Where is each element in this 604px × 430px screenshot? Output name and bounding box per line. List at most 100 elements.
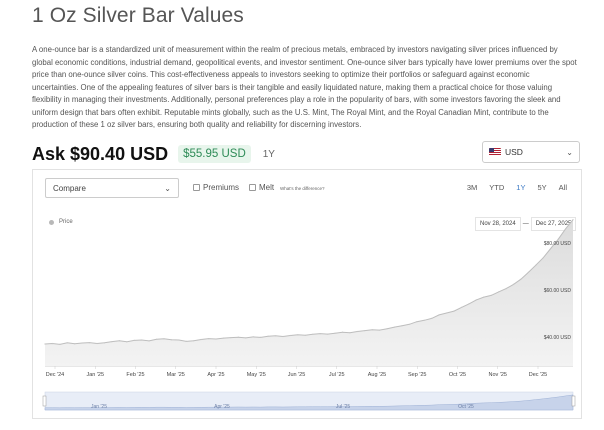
price-point bbox=[81, 342, 83, 344]
x-tick-label: Dec '24 bbox=[46, 372, 64, 378]
y-tick-label: $80.00 USD bbox=[544, 241, 572, 247]
price-point bbox=[148, 340, 150, 342]
price-point bbox=[393, 326, 396, 328]
price-point bbox=[126, 341, 128, 343]
price-point bbox=[483, 296, 485, 298]
price-point bbox=[185, 340, 187, 342]
price-point bbox=[155, 338, 158, 340]
price-point bbox=[438, 314, 440, 316]
price-point bbox=[327, 333, 329, 335]
x-tick-label: Oct '25 bbox=[449, 372, 466, 378]
price-point bbox=[260, 336, 262, 338]
price-point bbox=[44, 343, 46, 345]
price-point bbox=[274, 335, 277, 337]
x-tick-label: Jul '25 bbox=[329, 372, 345, 378]
price-point bbox=[572, 219, 574, 221]
x-tick-label: Feb '25 bbox=[126, 372, 144, 378]
price-point bbox=[371, 329, 373, 331]
chevron-down-icon: ⌄ bbox=[566, 147, 573, 157]
price-point bbox=[245, 337, 247, 339]
price-point bbox=[364, 330, 366, 332]
price-point bbox=[66, 342, 68, 344]
navigator-left-handle bbox=[42, 395, 47, 407]
x-tick-label: Mar '25 bbox=[167, 372, 185, 378]
currency-value: USD bbox=[505, 147, 523, 157]
currency-select[interactable]: USD ⌄ bbox=[482, 141, 580, 163]
x-tick-label: Dec '25 bbox=[529, 372, 547, 378]
price-point bbox=[133, 339, 135, 341]
price-point bbox=[103, 342, 106, 344]
page-title: 1 Oz Silver Bar Values bbox=[32, 4, 244, 27]
price-point bbox=[312, 333, 314, 335]
x-tick-label: Nov '25 bbox=[489, 372, 507, 378]
x-tick-label: May '25 bbox=[247, 372, 266, 378]
price-point bbox=[475, 299, 477, 301]
price-point bbox=[237, 336, 239, 338]
price-point bbox=[200, 338, 202, 341]
price-point bbox=[550, 247, 552, 250]
price-point bbox=[74, 343, 76, 345]
x-tick-label: Jun '25 bbox=[288, 372, 306, 378]
price-point bbox=[498, 291, 500, 293]
price-point bbox=[282, 335, 284, 338]
price-point bbox=[267, 335, 269, 337]
x-tick-label: Jan '25 bbox=[86, 372, 104, 378]
price-row: Ask $90.40 USD $55.95 USD 1Y bbox=[32, 141, 275, 167]
price-point bbox=[222, 337, 225, 339]
price-point bbox=[557, 238, 559, 240]
price-point bbox=[431, 317, 433, 319]
price-point bbox=[490, 294, 492, 296]
price-point bbox=[542, 257, 544, 259]
price-point bbox=[297, 334, 299, 336]
price-point bbox=[341, 331, 344, 333]
price-point bbox=[215, 338, 217, 340]
navigator-right-handle bbox=[571, 395, 576, 407]
price-point bbox=[252, 336, 254, 338]
price-point bbox=[468, 303, 470, 305]
price-point bbox=[178, 339, 180, 341]
price-point bbox=[535, 264, 537, 266]
price-point bbox=[349, 332, 351, 334]
price-point bbox=[141, 339, 143, 341]
price-point bbox=[460, 306, 463, 308]
price-point bbox=[111, 341, 113, 343]
price-point bbox=[408, 323, 410, 325]
y-tick-label: $60.00 USD bbox=[544, 288, 572, 294]
price-point bbox=[416, 321, 418, 323]
navigator-label: Jan '25 bbox=[91, 404, 107, 410]
price-point bbox=[118, 340, 120, 342]
navigator-label: Jul '25 bbox=[336, 404, 351, 410]
price-point bbox=[89, 342, 91, 344]
price-point bbox=[59, 343, 61, 345]
price-point bbox=[170, 339, 172, 341]
y-tick-label: $40.00 USD bbox=[544, 335, 572, 341]
price-point bbox=[304, 334, 306, 336]
price-point bbox=[401, 325, 403, 327]
price-point bbox=[289, 334, 291, 337]
x-tick-label: Aug '25 bbox=[368, 372, 386, 378]
price-point bbox=[512, 283, 515, 285]
price-point bbox=[386, 328, 388, 330]
navigator-label: Oct '25 bbox=[458, 404, 474, 410]
price-point bbox=[446, 312, 448, 314]
price-point bbox=[520, 278, 522, 280]
price-point bbox=[334, 332, 336, 334]
price-point bbox=[565, 228, 567, 230]
price-point bbox=[505, 288, 507, 290]
price-point bbox=[379, 329, 381, 331]
x-tick-label: Sep '25 bbox=[408, 372, 426, 378]
price-point bbox=[163, 338, 165, 340]
us-flag-icon bbox=[489, 148, 501, 156]
ask-price: Ask $90.40 USD bbox=[32, 143, 169, 164]
price-change-badge: $55.95 USD bbox=[178, 145, 251, 163]
price-point bbox=[230, 337, 232, 339]
price-point bbox=[453, 310, 455, 312]
price-point bbox=[356, 330, 358, 333]
navigator-label: Apr '25 bbox=[214, 404, 230, 410]
price-point bbox=[423, 319, 425, 321]
price-point bbox=[208, 338, 210, 340]
price-area bbox=[45, 219, 573, 366]
period-label: 1Y bbox=[262, 148, 275, 160]
price-point bbox=[193, 340, 195, 342]
price-chart[interactable]: $40.00 USD $60.00 USD $80.00 USD Dec '24 Jan… bbox=[33, 170, 583, 420]
